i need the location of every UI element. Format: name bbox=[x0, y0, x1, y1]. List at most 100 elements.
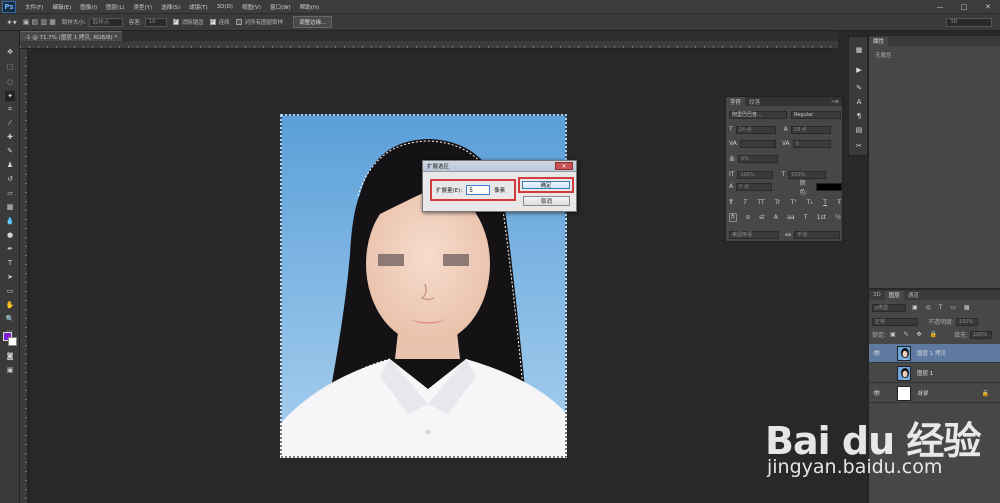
tsume-input[interactable]: 0% bbox=[738, 154, 779, 163]
character-panel-icon[interactable]: A bbox=[854, 97, 864, 107]
document-tab[interactable]: -1 @ 71.7% (图层 1 拷贝, RGB/8) * bbox=[20, 31, 123, 41]
tab-paragraph[interactable]: 段落 bbox=[745, 97, 764, 106]
menu-filter[interactable]: 滤镜(T) bbox=[189, 3, 208, 11]
sample-all-checkbox[interactable] bbox=[235, 19, 242, 25]
swatches-panel-icon[interactable]: ▤ bbox=[854, 125, 864, 135]
paragraph-panel-icon[interactable]: ¶ bbox=[854, 111, 864, 121]
ok-button[interactable]: 确定 bbox=[522, 181, 570, 189]
opentype-contextual[interactable]: σ bbox=[746, 214, 750, 221]
menu-select[interactable]: 选择(S) bbox=[161, 3, 180, 11]
opentype-ligature[interactable]: fi bbox=[729, 213, 737, 222]
menu-file[interactable]: 文件(F) bbox=[25, 3, 43, 11]
stamp-tool-icon[interactable]: ♟ bbox=[5, 160, 15, 170]
path-select-icon[interactable]: ➤ bbox=[5, 272, 15, 282]
opentype-swash[interactable]: A bbox=[774, 214, 778, 221]
selection-mode-icons[interactable]: ▣ ▤ ▥ ▦ bbox=[23, 18, 56, 26]
lasso-tool-icon[interactable]: ◌ bbox=[5, 77, 15, 87]
layer-row[interactable]: 图层 1 bbox=[869, 364, 1000, 383]
panel-menu-icon[interactable]: »≡ bbox=[831, 99, 839, 105]
text-color-swatch[interactable] bbox=[816, 182, 842, 191]
opentype-titling[interactable]: T bbox=[804, 214, 808, 221]
workspace-select[interactable]: 3D bbox=[946, 17, 992, 27]
cancel-button[interactable]: 取消 bbox=[523, 196, 570, 206]
layer-row[interactable]: 👁 背景 🔒 bbox=[869, 384, 1000, 403]
maximize-button[interactable]: □ bbox=[952, 0, 976, 14]
menu-edit[interactable]: 编辑(E) bbox=[52, 3, 71, 11]
expand-amount-input[interactable]: 5 bbox=[466, 185, 491, 195]
leading-input[interactable]: 18 点 bbox=[790, 125, 831, 134]
style-small-caps[interactable]: Tr bbox=[775, 199, 780, 206]
sample-size-select[interactable]: 取样点 bbox=[88, 17, 123, 27]
close-window-button[interactable]: ✕ bbox=[976, 0, 1000, 14]
quick-mask-icon[interactable]: ◙ bbox=[5, 351, 15, 361]
lock-icons[interactable]: ▣ ✎ ✥ 🔒 bbox=[890, 331, 940, 338]
brush-tool-icon[interactable]: ✎ bbox=[5, 146, 15, 156]
menu-type[interactable]: 类型(Y) bbox=[134, 3, 153, 11]
fill-input[interactable]: 100% bbox=[969, 330, 992, 339]
opacity-input[interactable]: 100% bbox=[956, 317, 979, 326]
history-brush-icon[interactable]: ↺ bbox=[5, 174, 15, 184]
brush-panel-icon[interactable]: ✎ bbox=[854, 83, 864, 93]
magic-wand-icon[interactable]: ✦▾ bbox=[6, 18, 17, 27]
opentype-stylistic[interactable]: aa bbox=[787, 214, 794, 221]
marquee-tool-icon[interactable]: ⬚ bbox=[5, 62, 15, 72]
magic-wand-tool-icon[interactable]: ✦ bbox=[5, 91, 15, 101]
style-faux-italic[interactable]: T bbox=[743, 199, 747, 206]
hand-tool-icon[interactable]: ✋ bbox=[5, 300, 15, 310]
menu-help[interactable]: 帮助(H) bbox=[300, 3, 319, 11]
layer-filter-select[interactable]: ρ类型 bbox=[872, 303, 906, 312]
font-family-select[interactable]: 阿里巴巴普... bbox=[729, 110, 787, 119]
filter-icons[interactable]: ▣ ◎ T ▭ ▦ bbox=[912, 304, 973, 311]
dodge-tool-icon[interactable]: ● bbox=[5, 230, 15, 240]
tab-channels[interactable]: 通道 bbox=[904, 291, 923, 300]
font-style-select[interactable]: Regular bbox=[791, 110, 841, 119]
style-subscript[interactable]: T₁ bbox=[807, 199, 813, 206]
eyedropper-tool-icon[interactable]: ⁄ bbox=[5, 118, 15, 128]
layer-row[interactable]: 👁 图层 1 拷贝 bbox=[869, 344, 1000, 363]
antialias-select[interactable]: 平滑 bbox=[794, 230, 841, 239]
tools-preset-icon[interactable]: ✂ bbox=[854, 141, 864, 151]
refine-edge-button[interactable]: 调整边缘... bbox=[293, 16, 333, 28]
tolerance-input[interactable]: 10 bbox=[144, 17, 167, 27]
tab-properties[interactable]: 属性 bbox=[869, 36, 889, 46]
visibility-eye-icon[interactable]: 👁 bbox=[873, 350, 883, 357]
actions-panel-icon[interactable]: ▶ bbox=[854, 65, 864, 75]
background-color-swatch[interactable] bbox=[8, 337, 17, 346]
tab-character[interactable]: 字符 bbox=[726, 97, 746, 106]
gradient-tool-icon[interactable]: ▦ bbox=[5, 202, 15, 212]
vertical-scale-input[interactable]: 100% bbox=[737, 170, 774, 179]
opentype-fractions[interactable]: ½ bbox=[835, 214, 841, 221]
minimize-button[interactable]: — bbox=[928, 0, 952, 14]
kerning-input[interactable] bbox=[739, 139, 776, 148]
blur-tool-icon[interactable]: 💧 bbox=[5, 216, 15, 226]
shape-tool-icon[interactable]: ▭ bbox=[5, 286, 15, 296]
visibility-eye-icon[interactable]: 👁 bbox=[873, 390, 883, 397]
menu-view[interactable]: 视图(V) bbox=[242, 3, 261, 11]
zoom-tool-icon[interactable]: 🔍 bbox=[5, 314, 15, 324]
menu-3d[interactable]: 3D(D) bbox=[217, 4, 233, 10]
style-underline[interactable]: T bbox=[823, 199, 827, 206]
style-all-caps[interactable]: TT bbox=[757, 199, 764, 206]
opentype-discretionary[interactable]: st bbox=[759, 214, 764, 221]
style-strikethrough[interactable]: Ŧ bbox=[837, 199, 841, 206]
type-tool-icon[interactable]: T bbox=[5, 258, 15, 268]
antialias-checkbox[interactable]: ✓ bbox=[172, 19, 179, 25]
baseline-input[interactable]: 0 点 bbox=[736, 182, 772, 191]
eraser-tool-icon[interactable]: ▱ bbox=[5, 188, 15, 198]
blend-mode-select[interactable]: 正常 bbox=[872, 317, 918, 326]
style-faux-bold[interactable]: T bbox=[729, 199, 733, 206]
dialog-close-button[interactable]: ✕ bbox=[555, 162, 573, 170]
tab-layers[interactable]: 图层 bbox=[884, 290, 904, 300]
pen-tool-icon[interactable]: ✒ bbox=[5, 244, 15, 254]
history-panel-icon[interactable]: ▦ bbox=[854, 45, 864, 55]
screen-mode-icon[interactable]: ▣ bbox=[5, 365, 15, 375]
move-tool-icon[interactable]: ✥ bbox=[5, 47, 15, 57]
menu-image[interactable]: 图像(I) bbox=[80, 3, 97, 11]
font-size-input[interactable]: 14 点 bbox=[735, 125, 776, 134]
tab-3d[interactable]: 3D bbox=[869, 291, 885, 300]
menu-window[interactable]: 窗口(W) bbox=[270, 3, 291, 11]
opentype-ordinals[interactable]: 1st bbox=[817, 214, 826, 221]
language-select[interactable]: 美国英语 bbox=[729, 230, 779, 239]
contiguous-checkbox[interactable]: ✓ bbox=[209, 19, 216, 25]
style-superscript[interactable]: T¹ bbox=[791, 199, 797, 206]
